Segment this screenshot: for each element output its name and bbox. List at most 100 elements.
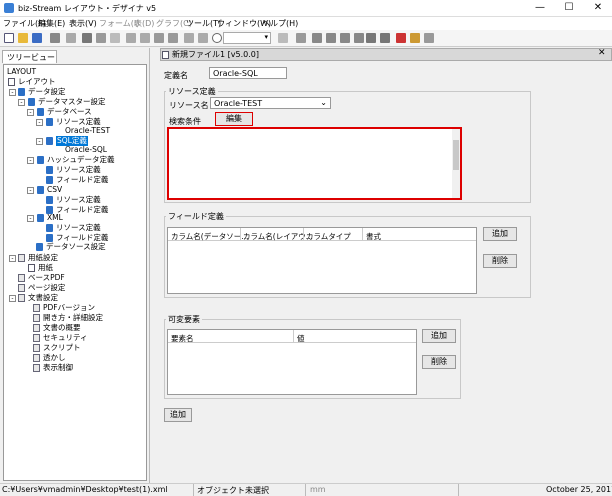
- grid-icon[interactable]: [198, 33, 208, 43]
- new-file-icon[interactable]: [4, 33, 14, 43]
- column-header[interactable]: 要素名: [171, 333, 194, 344]
- tree-node[interactable]: データマスター設定: [38, 97, 106, 107]
- tree-node[interactable]: 文書設定: [28, 293, 58, 303]
- zoom-select[interactable]: ▾: [223, 32, 271, 44]
- settings-icon[interactable]: [424, 33, 434, 43]
- def-name-field[interactable]: Oracle-SQL: [209, 67, 287, 79]
- paste-icon[interactable]: [110, 33, 120, 43]
- document-icon: [33, 304, 40, 312]
- bring-front-icon[interactable]: [154, 33, 164, 43]
- tree-node[interactable]: 用紙: [38, 263, 53, 273]
- menu-table[interactable]: 表(D): [134, 18, 154, 29]
- copy-icon[interactable]: [96, 33, 106, 43]
- tree-node[interactable]: 文書の概要: [43, 323, 81, 333]
- tab-tree-view[interactable]: ツリービュー: [2, 50, 57, 63]
- tree-node[interactable]: リソース定義: [56, 223, 101, 233]
- tree-node[interactable]: リソース定義: [56, 165, 101, 175]
- data-icon[interactable]: [366, 33, 376, 43]
- tree-node[interactable]: ハッシュデータ定義: [47, 155, 115, 165]
- tree-node[interactable]: データソース設定: [46, 242, 106, 252]
- add-button[interactable]: 追加: [164, 408, 192, 422]
- menu-help[interactable]: ヘルプ(H): [262, 18, 298, 29]
- toolbar: [0, 30, 612, 47]
- database-icon: [46, 118, 53, 126]
- search-condition-label: 検索条件: [169, 117, 201, 126]
- sql-textarea[interactable]: [167, 127, 462, 200]
- edit-button[interactable]: 編集: [215, 112, 253, 126]
- collapse-icon[interactable]: -: [9, 89, 16, 96]
- minimize-button[interactable]: —: [526, 0, 554, 17]
- collapse-icon[interactable]: -: [36, 138, 43, 145]
- print-icon[interactable]: [50, 33, 60, 43]
- document-icon: [33, 324, 40, 332]
- resource-group-label: リソース定義: [166, 86, 218, 97]
- resource-name-select[interactable]: Oracle-TEST ⌄: [210, 97, 331, 109]
- menu-tools[interactable]: ツール(T): [186, 18, 221, 29]
- tree-node[interactable]: Oracle-SQL: [65, 145, 107, 155]
- cut-icon[interactable]: [82, 33, 92, 43]
- collapse-icon[interactable]: -: [27, 187, 34, 194]
- collapse-icon[interactable]: -: [27, 215, 34, 222]
- zoom-icon[interactable]: [212, 33, 222, 43]
- menu-view[interactable]: 表示(V): [69, 18, 97, 29]
- delete-icon[interactable]: [66, 33, 76, 43]
- tree-node[interactable]: データベース: [47, 107, 92, 117]
- rows-icon[interactable]: [340, 33, 350, 43]
- save-icon[interactable]: [32, 33, 42, 43]
- paper-icon: [18, 254, 25, 262]
- collapse-icon[interactable]: -: [9, 295, 16, 302]
- tree-node[interactable]: 開き方・詳細設定: [43, 313, 103, 323]
- tree-node[interactable]: ベースPDF: [28, 273, 65, 283]
- close-icon[interactable]: ✕: [598, 48, 606, 58]
- tree-node[interactable]: フィールド定義: [56, 175, 108, 185]
- tree-node[interactable]: XML: [47, 213, 63, 223]
- tree-node[interactable]: フィールド定義: [56, 205, 108, 215]
- collapse-icon[interactable]: -: [27, 157, 34, 164]
- column-header[interactable]: 書式: [366, 231, 381, 242]
- tree-node[interactable]: 用紙設定: [28, 253, 58, 263]
- close-window-button[interactable]: ✕: [584, 0, 612, 17]
- column-header[interactable]: カラムタイプ: [306, 231, 351, 242]
- column-header[interactable]: 値: [297, 333, 305, 344]
- tree-node[interactable]: 表示制御: [43, 363, 73, 373]
- run-icon[interactable]: [410, 33, 420, 43]
- tree-node[interactable]: PDFバージョン: [43, 303, 95, 313]
- table-icon[interactable]: [312, 33, 322, 43]
- tree-node[interactable]: CSV: [47, 185, 62, 195]
- field-add-button[interactable]: 追加: [483, 227, 517, 241]
- send-back-icon[interactable]: [168, 33, 178, 43]
- scrollbar-thumb[interactable]: [453, 140, 459, 170]
- document-icon: [33, 344, 40, 352]
- columns-icon[interactable]: [326, 33, 336, 43]
- database-icon: [37, 214, 44, 222]
- tree-node[interactable]: Oracle-TEST: [65, 126, 110, 136]
- tree-node[interactable]: ページ設定: [28, 283, 65, 293]
- tree-node[interactable]: スクリプト: [43, 343, 81, 353]
- open-folder-icon[interactable]: [18, 33, 28, 43]
- column-header[interactable]: カラム名(データソー...: [171, 231, 248, 242]
- tool-icon[interactable]: [396, 33, 406, 43]
- collapse-icon[interactable]: -: [18, 99, 25, 106]
- align-icon[interactable]: [184, 33, 194, 43]
- layout-icon[interactable]: [296, 33, 306, 43]
- tree-node[interactable]: セキュリティ: [43, 333, 88, 343]
- undo-icon[interactable]: [126, 33, 136, 43]
- tree-node[interactable]: データ設定: [28, 87, 66, 97]
- tree-node[interactable]: レイアウト: [18, 77, 56, 87]
- redo-icon[interactable]: [140, 33, 150, 43]
- variable-add-button[interactable]: 追加: [422, 329, 456, 343]
- menu-edit[interactable]: 編集(E): [38, 18, 65, 29]
- collapse-icon[interactable]: -: [36, 119, 43, 126]
- tree-node[interactable]: リソース定義: [56, 195, 101, 205]
- document-icon: [33, 364, 40, 372]
- paper-icon: [28, 264, 35, 272]
- collapse-icon[interactable]: -: [27, 109, 34, 116]
- preview-icon[interactable]: [278, 33, 288, 43]
- maximize-button[interactable]: ☐: [555, 0, 583, 17]
- tree-node[interactable]: 透かし: [43, 353, 66, 363]
- merge-icon[interactable]: [354, 33, 364, 43]
- field-delete-button[interactable]: 削除: [483, 254, 517, 268]
- variable-delete-button[interactable]: 削除: [422, 355, 456, 369]
- collapse-icon[interactable]: -: [9, 255, 16, 262]
- check-icon[interactable]: [380, 33, 390, 43]
